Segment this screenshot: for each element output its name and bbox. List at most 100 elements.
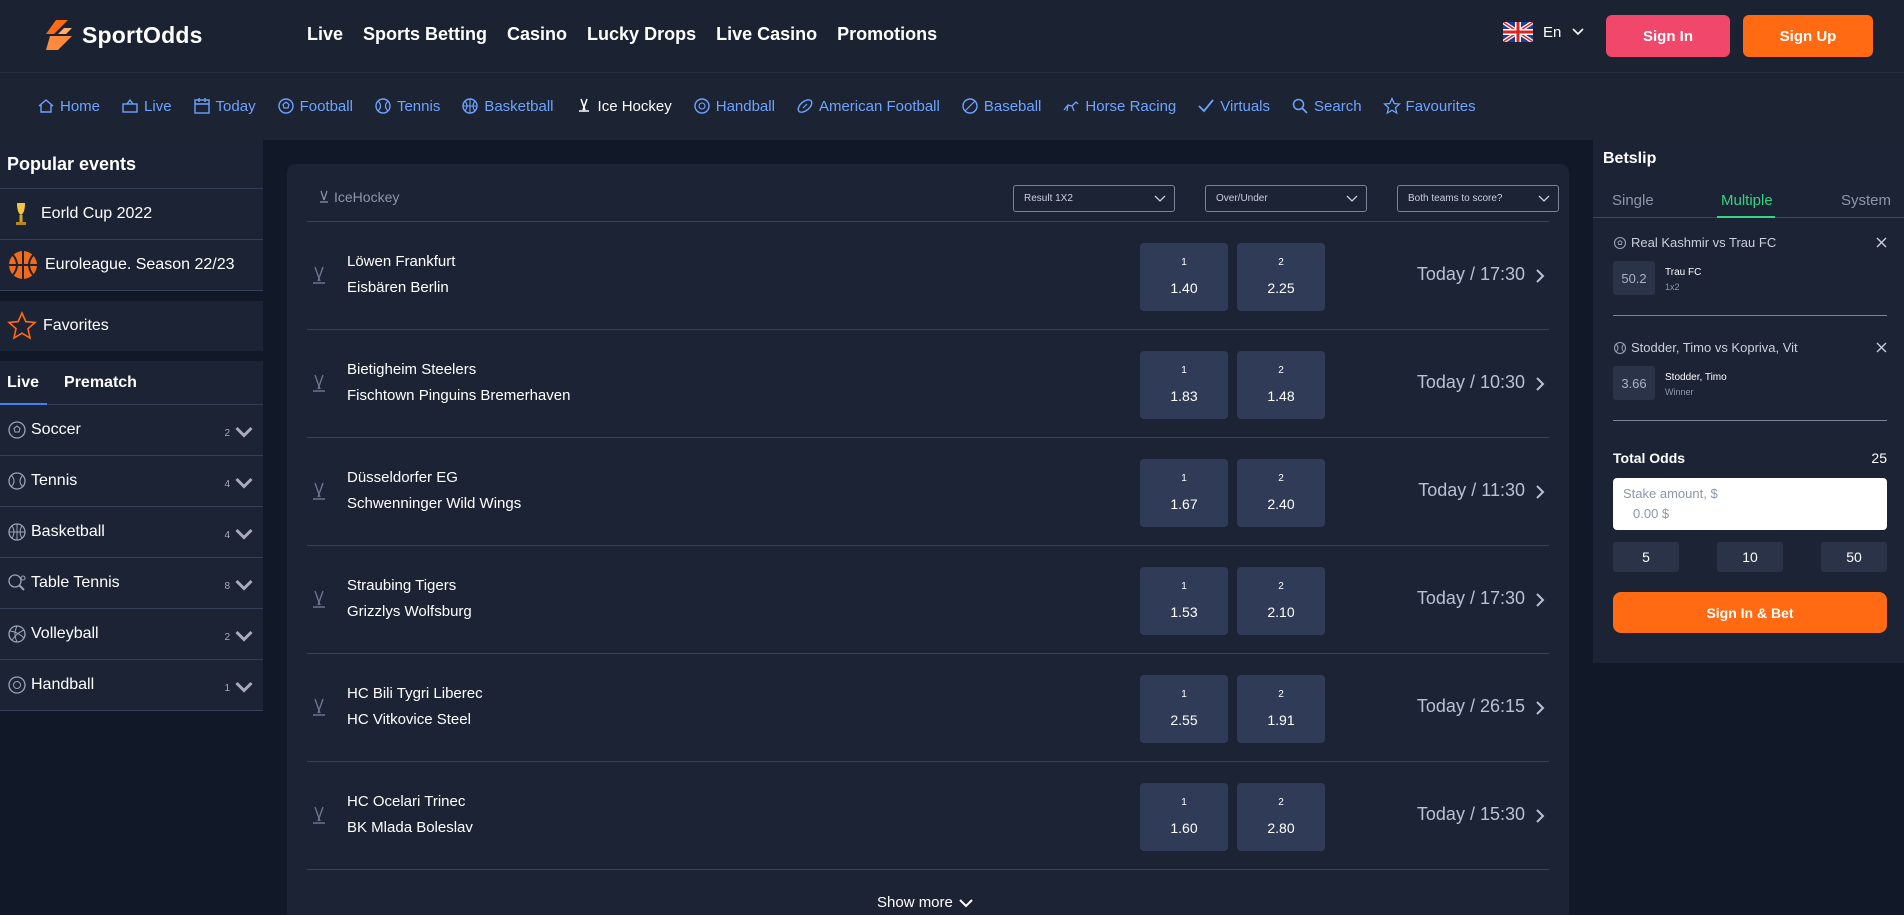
market-select-over-under[interactable]: Over/Under [1205, 185, 1367, 212]
chevron-right-icon[interactable] [1534, 592, 1546, 608]
tab-multiple[interactable]: Multiple [1721, 192, 1773, 209]
tab-single[interactable]: Single [1612, 192, 1654, 209]
sport-item-basketball[interactable]: Basketball 4 [0, 507, 263, 558]
favorites-item[interactable]: Favorites [0, 301, 263, 351]
odd-button-1[interactable]: 1 2.55 [1140, 675, 1228, 743]
odd-value: 1.60 [1170, 820, 1198, 836]
odd-button-1[interactable]: 1 1.60 [1140, 783, 1228, 851]
match-row[interactable]: Straubing Tigers Grizzlys Wolfsburg 1 1.5… [307, 546, 1549, 654]
match-row[interactable]: HC Ocelari Trinec BK Mlada Boleslav 1 1.6… [307, 762, 1549, 870]
nav-casino[interactable]: Casino [507, 24, 567, 45]
market-select-result[interactable]: Result 1X2 [1013, 185, 1175, 212]
nav-live-casino[interactable]: Live Casino [716, 24, 817, 45]
sport-item-soccer[interactable]: Soccer 2 [0, 405, 263, 456]
popular-events-title: Popular events [0, 140, 263, 189]
language-selector[interactable]: En [1503, 22, 1585, 42]
sports-nav-football[interactable]: Football [277, 97, 353, 115]
quick-stake-10[interactable]: 10 [1717, 542, 1783, 572]
chevron-right-icon[interactable] [1534, 700, 1546, 716]
chevron-down-icon [235, 681, 253, 693]
odd-button-1[interactable]: 1 1.83 [1140, 351, 1228, 419]
chevron-right-icon[interactable] [1534, 808, 1546, 824]
sports-nav-ice-hockey[interactable]: Ice Hockey [575, 97, 672, 115]
market-select-btts[interactable]: Both teams to score? [1397, 185, 1559, 212]
sports-nav-horse-racing[interactable]: Horse Racing [1062, 97, 1176, 115]
odd-value: 2.25 [1267, 280, 1295, 296]
sports-nav-home[interactable]: Home [37, 97, 100, 115]
popular-event-world-cup[interactable]: Eorld Cup 2022 [0, 189, 263, 240]
match-row[interactable]: HC Bili Tygri Liberec HC Vitkovice Steel… [307, 654, 1549, 762]
sports-nav-basketball[interactable]: Basketball [461, 97, 554, 115]
odd-button-2[interactable]: 2 1.48 [1237, 351, 1325, 419]
sports-nav-search[interactable]: Search [1291, 97, 1362, 115]
brand-logo[interactable]: SportOdds [42, 16, 203, 54]
chevron-right-icon[interactable] [1534, 484, 1546, 500]
sports-nav-virtuals[interactable]: Virtuals [1197, 97, 1270, 115]
sport-item-handball[interactable]: Handball 1 [0, 660, 263, 711]
odd-button-2[interactable]: 2 2.40 [1237, 459, 1325, 527]
odd-label: 1 [1181, 581, 1187, 592]
stake-input[interactable]: Stake amount, $ 0.00 $ [1613, 478, 1887, 530]
hockey-icon [313, 698, 325, 716]
sport-label: Basketball [31, 523, 105, 540]
show-more-button[interactable]: Show more [877, 894, 974, 911]
match-row[interactable]: Löwen Frankfurt Eisbären Berlin 1 1.40 22… [307, 222, 1549, 330]
odd-label: 2 [1278, 473, 1284, 484]
sign-in-and-bet-button[interactable]: Sign In & Bet [1613, 592, 1887, 633]
tab-prematch[interactable]: Prematch [64, 374, 137, 392]
odd-button-1[interactable]: 1 1.53 [1140, 567, 1228, 635]
quick-stake-5[interactable]: 5 [1613, 542, 1679, 572]
baseball-icon [962, 98, 978, 114]
nav-sports-betting[interactable]: Sports Betting [363, 24, 487, 45]
odd-label: 2 [1278, 689, 1284, 700]
sport-count-value: 2 [224, 631, 230, 643]
sports-nav-american-football[interactable]: American Football [796, 97, 940, 115]
sports-nav-live[interactable]: Live [121, 97, 172, 115]
search-icon [1292, 98, 1308, 114]
away-team: BK Mlada Boleslav [347, 819, 473, 836]
sport-count-value: 8 [224, 580, 230, 592]
tennis-ball-icon [8, 472, 26, 490]
odd-label: 2 [1278, 797, 1284, 808]
sign-up-button[interactable]: Sign Up [1743, 15, 1873, 57]
sports-nav-handball[interactable]: Handball [693, 97, 775, 115]
select-value: Both teams to score? [1408, 193, 1503, 204]
odd-button-1[interactable]: 1 1.40 [1140, 243, 1228, 311]
sports-nav-favourites[interactable]: Favourites [1382, 97, 1476, 115]
chevron-down-icon [235, 426, 253, 438]
bet-market: Winner [1665, 387, 1694, 397]
chevron-right-icon[interactable] [1534, 268, 1546, 284]
euroleague-basketball-icon [9, 251, 37, 279]
odd-button-2[interactable]: 2 1.91 [1237, 675, 1325, 743]
sport-item-tennis[interactable]: Tennis 4 [0, 456, 263, 507]
chevron-down-icon [235, 477, 253, 489]
sports-nav-baseball[interactable]: Baseball [961, 97, 1041, 115]
nav-lucky-drops[interactable]: Lucky Drops [587, 24, 696, 45]
popular-event-euroleague[interactable]: Euroleague. Season 22/23 [0, 240, 263, 291]
divider [1613, 315, 1887, 316]
soccer-ball-icon [8, 421, 26, 439]
quick-stake-50[interactable]: 50 [1821, 542, 1887, 572]
odd-button-2[interactable]: 2 2.80 [1237, 783, 1325, 851]
hockey-icon [320, 190, 328, 203]
sport-item-volleyball[interactable]: Volleyball 2 [0, 609, 263, 660]
match-row[interactable]: Düsseldorfer EG Schwenninger Wild Wings … [307, 438, 1549, 546]
sign-in-button[interactable]: Sign In [1606, 15, 1730, 57]
odd-button-2[interactable]: 2 2.25 [1237, 243, 1325, 311]
sport-count: 2 [224, 423, 254, 443]
close-icon[interactable] [1876, 237, 1887, 248]
close-icon[interactable] [1876, 342, 1887, 353]
odd-button-1[interactable]: 1 1.67 [1140, 459, 1228, 527]
match-row[interactable]: Bietigheim Steelers Fischtown Pinguins B… [307, 330, 1549, 438]
odd-button-2[interactable]: 2 2.10 [1237, 567, 1325, 635]
tab-live[interactable]: Live [7, 374, 39, 392]
nav-live[interactable]: Live [307, 24, 343, 45]
sport-item-table-tennis[interactable]: Table Tennis 8 [0, 558, 263, 609]
sports-nav-tennis[interactable]: Tennis [374, 97, 440, 115]
chevron-right-icon[interactable] [1534, 376, 1546, 392]
tab-system[interactable]: System [1841, 192, 1891, 209]
sports-nav-today[interactable]: Today [193, 97, 256, 115]
nav-promotions[interactable]: Promotions [837, 24, 937, 45]
matches-header: IceHockey Result 1X2 Over/Under Both tea… [307, 164, 1559, 222]
sport-count-value: 4 [224, 478, 230, 490]
